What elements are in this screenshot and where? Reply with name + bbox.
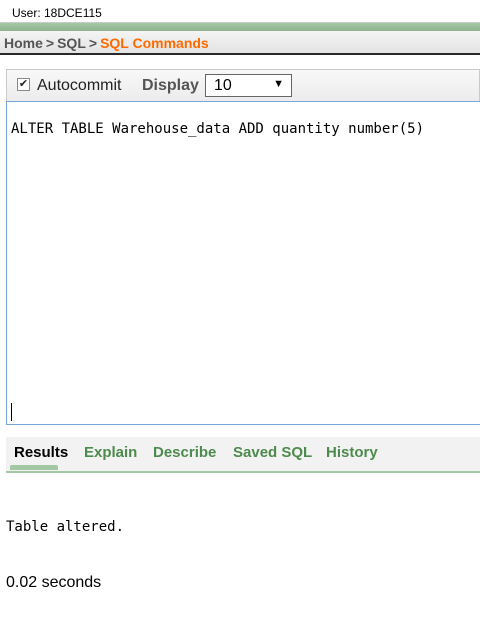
breadcrumb-separator: >: [88, 35, 98, 51]
autocommit-label: Autocommit: [37, 77, 122, 94]
tab-results[interactable]: Results: [14, 444, 68, 461]
results-tabs: Results Explain Describe Saved SQL Histo…: [6, 437, 480, 473]
sql-controls-bar: ✔ Autocommit Display 10 ▼: [6, 69, 480, 101]
display-label: Display: [142, 77, 199, 94]
breadcrumb: Home > SQL > SQL Commands: [4, 35, 209, 51]
autocommit-checkbox[interactable]: ✔: [17, 78, 30, 91]
breadcrumb-home-link[interactable]: Home: [4, 35, 43, 51]
breadcrumb-separator: >: [45, 35, 55, 51]
breadcrumb-sql-link[interactable]: SQL: [57, 35, 86, 51]
text-caret: [11, 403, 12, 421]
active-tab-indicator: [10, 465, 58, 470]
display-select[interactable]: 10 ▼: [205, 74, 292, 97]
top-bar: User: 18DCE115: [0, 0, 480, 23]
tab-history[interactable]: History: [326, 444, 378, 461]
user-label: User: 18DCE115: [12, 6, 102, 20]
tab-describe[interactable]: Describe: [153, 444, 216, 461]
header-stripe: [0, 23, 480, 31]
checkmark-icon: ✔: [18, 78, 29, 90]
result-time: 0.02 seconds: [6, 574, 102, 591]
tab-explain[interactable]: Explain: [84, 444, 137, 461]
breadcrumb-bar: Home > SQL > SQL Commands: [0, 31, 480, 55]
display-select-value: 10: [214, 77, 232, 94]
dropdown-arrow-icon: ▼: [273, 78, 284, 90]
result-message: Table altered.: [6, 519, 125, 535]
sql-editor[interactable]: ALTER TABLE Warehouse_data ADD quantity …: [6, 101, 480, 425]
breadcrumb-current: SQL Commands: [100, 35, 209, 51]
tab-saved-sql[interactable]: Saved SQL: [233, 444, 312, 461]
sql-text: ALTER TABLE Warehouse_data ADD quantity …: [11, 121, 425, 137]
